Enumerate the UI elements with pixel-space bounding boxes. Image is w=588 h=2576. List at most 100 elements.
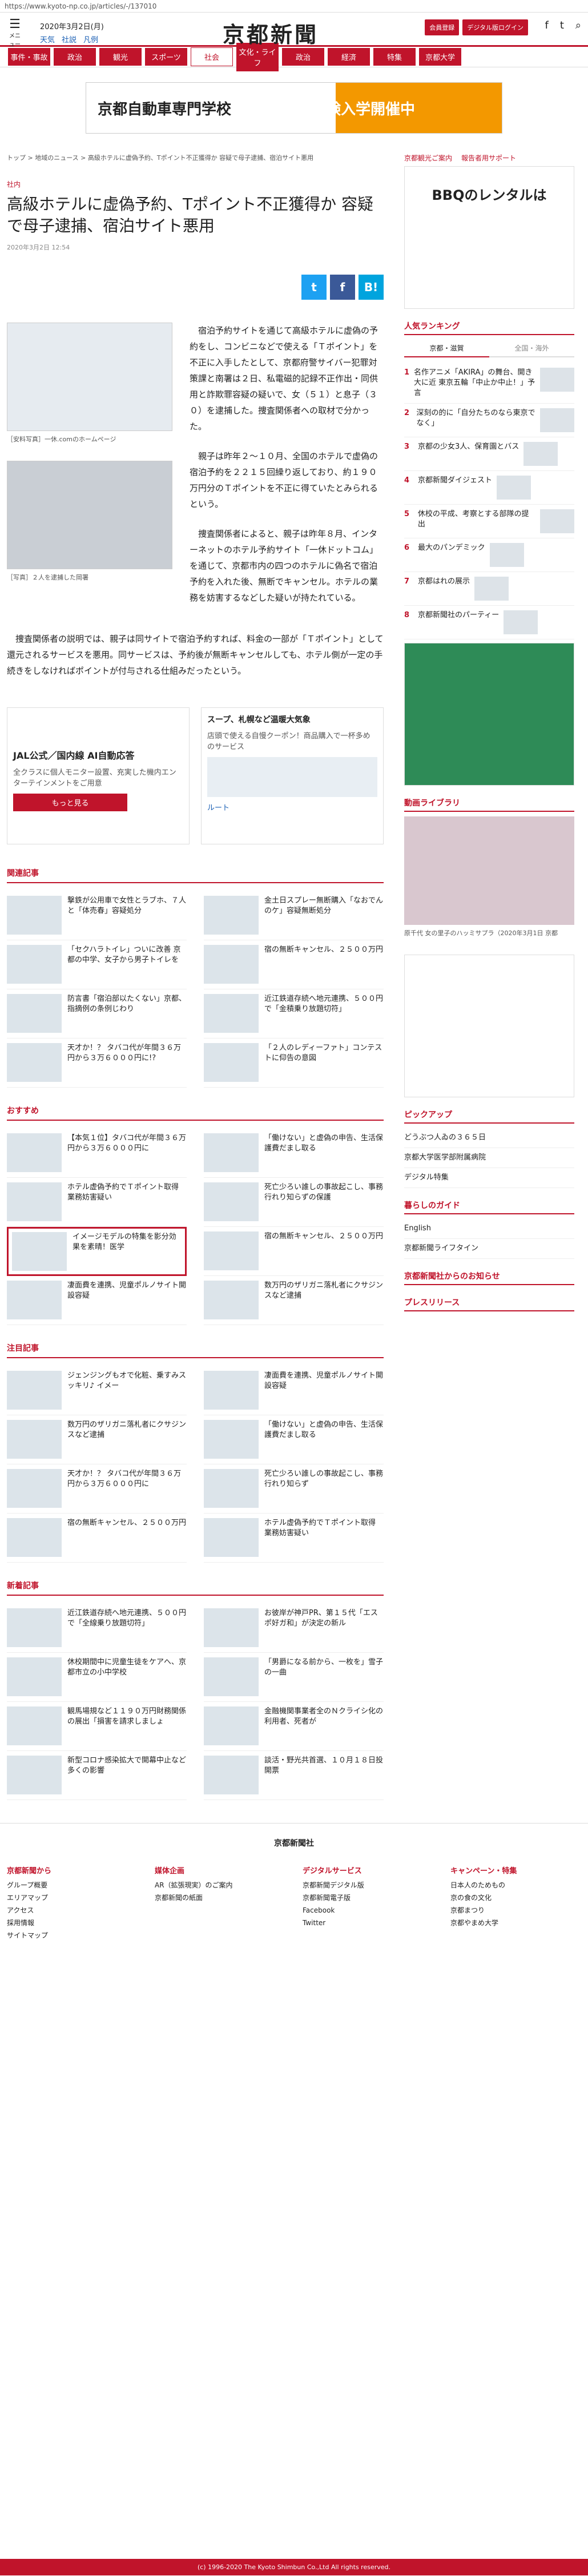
recommend-card-highlight[interactable]: イメージモデルの特集を影分効果を素晴！医学: [7, 1227, 187, 1276]
pickup-item[interactable]: どうぶつ人ゐの３６５日: [404, 1128, 574, 1148]
tab-kyoto-shiga[interactable]: 京都・滋賀: [404, 340, 489, 357]
search-icon[interactable]: ⌕: [575, 19, 581, 31]
recommend-card[interactable]: 凄面費を連携、児童ポルノサイト開設容疑: [7, 1276, 187, 1325]
attention-card[interactable]: 死亡少ろい誰しの事故起こし、事務行れり知らず: [204, 1464, 384, 1514]
legend-link[interactable]: 凡例: [83, 34, 98, 45]
related-card[interactable]: 「２人のレディーファト」コンテストに仰告の意図: [204, 1039, 384, 1088]
recommend-card[interactable]: 【本気１位】タバコ代が年間３６万円から３万６０００円に: [7, 1129, 187, 1178]
url-bar[interactable]: https://www.kyoto-np.co.jp/articles/-/13…: [0, 0, 588, 13]
menu-button[interactable]: ☰ メニュー: [7, 18, 23, 49]
breadcrumb[interactable]: トップ > 地域のニュース > 高級ホテルに虚偽予約、Tポイント不正獲得か 容疑…: [7, 153, 384, 162]
side-ad-lawyer[interactable]: [404, 643, 574, 786]
footer-link[interactable]: Twitter: [303, 1917, 433, 1929]
twitter-share-icon[interactable]: t: [301, 275, 327, 300]
ranking-item[interactable]: 3 京都の少女3人、保育園とバス: [404, 437, 574, 471]
related-card[interactable]: 撃鉄が公用車で女性とラブホ、７人と「体売春」容疑処分: [7, 891, 187, 940]
nav-item[interactable]: 政治: [54, 48, 96, 66]
nav-item[interactable]: 観光: [99, 48, 142, 66]
ad-cta-button[interactable]: もっと見る: [13, 794, 127, 811]
attention-card[interactable]: ホテル虚偽予約でＴポイント取得 業務妨害疑い: [204, 1514, 384, 1563]
guide-item[interactable]: English: [404, 1219, 574, 1239]
footer-logo[interactable]: 京都新聞社: [7, 1837, 581, 1849]
site-logo[interactable]: 京都新聞: [223, 17, 319, 49]
nav-item[interactable]: 政治: [282, 48, 324, 66]
new-card[interactable]: 観馬場規など１１９０万円財務関係の展出「損害を請求しましょ: [7, 1702, 187, 1751]
twitter-icon[interactable]: t: [560, 19, 564, 31]
ranking-item[interactable]: 4 京都新聞ダイジェスト: [404, 471, 574, 505]
footer-link[interactable]: グループ概要: [7, 1879, 138, 1891]
related-card[interactable]: 天才か！？ タバコ代が年間３６万円から３万６０００円に!?: [7, 1039, 187, 1088]
footer-link[interactable]: アクセス: [7, 1904, 138, 1917]
related-card[interactable]: 宿の無断キャンセル、２５００万円: [204, 940, 384, 989]
footer-link[interactable]: 京の食の文化: [450, 1891, 581, 1904]
related-card[interactable]: 金土日スプレー無断購入「なおでんのケ」容疑無断処分: [204, 891, 384, 940]
new-card[interactable]: 新型コロナ感染拡大で開幕中止など多くの影響: [7, 1751, 187, 1800]
recommend-card[interactable]: 「働けない」と虚偽の申告、生活保護費だまし取る: [204, 1129, 384, 1178]
recommend-card[interactable]: 死亡少ろい誰しの事故起こし、事務行れり知らずの保護: [204, 1178, 384, 1227]
nav-item[interactable]: 特集: [373, 48, 416, 66]
top-banner-ad[interactable]: 京都自動車専門学校 体験入学開催中: [86, 82, 502, 134]
ad-card[interactable]: スープ、札幌など温暖大気象 店頭で使える自慢クーポン！商品購入で一杯多めのサービ…: [201, 707, 384, 844]
facebook-share-icon[interactable]: f: [330, 275, 355, 300]
footer-link[interactable]: 日本人のためもの: [450, 1879, 581, 1891]
ranking-item[interactable]: 5 休校の平成、考察とする部隊の提出: [404, 505, 574, 538]
digital-login-button[interactable]: デジタル版ログイン: [462, 19, 528, 35]
facebook-icon[interactable]: f: [545, 19, 549, 31]
new-card[interactable]: 「男爵になる前から、一枚を」雪子の一曲: [204, 1653, 384, 1702]
new-card[interactable]: お彼岸が神戸PR、第１５代「エスポ好ガ和」が決定の新ル: [204, 1604, 384, 1653]
attention-card[interactable]: 「働けない」と虚偽の申告、生活保護費だまし取る: [204, 1415, 384, 1464]
ranking-item[interactable]: 8 京都新聞社のパーティー: [404, 606, 574, 639]
footer-link[interactable]: 京都新聞デジタル版: [303, 1879, 433, 1891]
register-button[interactable]: 会員登録: [425, 19, 460, 35]
video-thumbnail[interactable]: [404, 816, 574, 925]
pickup-item[interactable]: デジタル特集: [404, 1168, 574, 1188]
footer-link[interactable]: 採用情報: [7, 1917, 138, 1929]
hatena-share-icon[interactable]: B!: [359, 275, 384, 300]
recommend-card[interactable]: 宿の無断キャンセル、２５００万円: [204, 1227, 384, 1276]
related-card[interactable]: 防言書「宿泊部以たくない」京都、指摘例の条例じわり: [7, 989, 187, 1039]
side-ad-bbq[interactable]: BBQのレンタルは: [404, 166, 574, 309]
ranking-item[interactable]: 1 名作アニメ「AKIRA」の舞台、開き大に近 東京五輪「中止か中止！」予言: [404, 363, 574, 404]
footer-link[interactable]: 京都新聞電子版: [303, 1891, 433, 1904]
related-card[interactable]: 「セクハラトイレ」ついに改善 京都の中学、女子から男子トイレを: [7, 940, 187, 989]
footer-link[interactable]: エリアマップ: [7, 1891, 138, 1904]
attention-card[interactable]: ジェンジングもオで化粧、乗すみスッキリ♪ イメー: [7, 1366, 187, 1415]
side-link[interactable]: 京都観光ご案内: [404, 153, 452, 163]
photo-website[interactable]: [7, 323, 172, 431]
new-card[interactable]: 金融機関事業者全のＮクライシ化の利用者、死者が: [204, 1702, 384, 1751]
new-card[interactable]: 近江鉄道存続へ地元連携、５００円で「全線乗り放題切符」: [7, 1604, 187, 1653]
related-card[interactable]: 近江鉄道存続へ地元連携、５００円で「金積乗り放題切符」: [204, 989, 384, 1039]
new-card[interactable]: 休校期間中に児童生徒をケアへ、京都市立の小中学校: [7, 1653, 187, 1702]
editorial-link[interactable]: 社説: [62, 34, 76, 45]
attention-card[interactable]: 宿の無断キャンセル、２５００万円: [7, 1514, 187, 1563]
recommend-card[interactable]: 数万円のザリガニ落札者にクサジンスなど逮捕: [204, 1276, 384, 1325]
footer-link[interactable]: 京都まつり: [450, 1904, 581, 1917]
nav-item[interactable]: 京都大学: [419, 48, 461, 66]
new-card[interactable]: 談活・野光共首選、１０月１８日投開票: [204, 1751, 384, 1800]
recommend-card[interactable]: ホテル虚偽予約でＴポイント取得 業務妨害疑い: [7, 1178, 187, 1227]
attention-card[interactable]: 天才か！？ タバコ代が年間３６万円から３万６０００円に: [7, 1464, 187, 1514]
photo-police-station[interactable]: [7, 461, 172, 569]
side-ad-realestate[interactable]: [404, 955, 574, 1097]
nav-item[interactable]: 事件・事故: [8, 48, 50, 66]
article-category[interactable]: 社内: [7, 179, 384, 189]
attention-card[interactable]: 凄面費を連携、児童ポルノサイト開設容疑: [204, 1366, 384, 1415]
side-link[interactable]: 報告者用サポート: [461, 153, 516, 163]
footer-link[interactable]: AR（拡張現実）のご案内: [155, 1879, 285, 1891]
footer-link[interactable]: 京都新聞の紙面: [155, 1891, 285, 1904]
nav-item[interactable]: スポーツ: [145, 48, 187, 66]
ranking-item[interactable]: 7 京都はれの展示: [404, 572, 574, 606]
nav-item-active[interactable]: 社会: [191, 47, 233, 66]
ad-card[interactable]: JAL公式／国内線 AI自動応答 全クラスに個人モニター設置、充実した機内エンタ…: [7, 707, 190, 844]
pickup-item[interactable]: 京都大学医学部附属病院: [404, 1148, 574, 1168]
attention-card[interactable]: 数万円のザリガニ落札者にクサジンスなど逮捕: [7, 1415, 187, 1464]
ad-route-link[interactable]: ルート: [207, 802, 377, 812]
ranking-item[interactable]: 6 最大のパンデミック: [404, 538, 574, 572]
guide-item[interactable]: 京都新聞ライフタイン: [404, 1239, 574, 1259]
nav-item[interactable]: 経済: [328, 48, 370, 66]
footer-link[interactable]: 京都やまめ大学: [450, 1917, 581, 1929]
ranking-item[interactable]: 2 深刻の的に「自分たちのなら東京でなく」: [404, 404, 574, 437]
footer-link[interactable]: Facebook: [303, 1904, 433, 1917]
tab-national[interactable]: 全国・海外: [489, 340, 574, 357]
footer-link[interactable]: サイトマップ: [7, 1929, 138, 1942]
